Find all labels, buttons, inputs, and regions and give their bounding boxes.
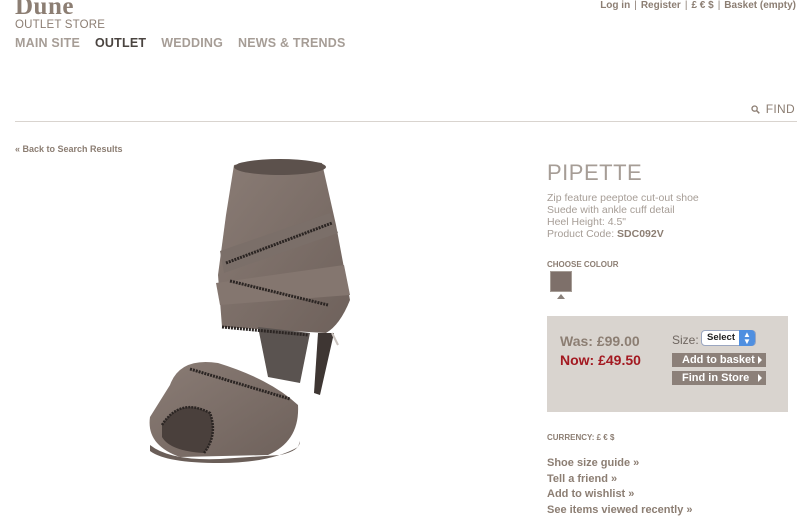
nav-main-site[interactable]: MAIN SITE: [15, 36, 80, 50]
colour-swatch[interactable]: [550, 271, 572, 292]
size-label: Size:: [672, 333, 699, 347]
header-divider: [15, 121, 797, 122]
login-link[interactable]: Log in: [600, 0, 630, 11]
currency-switcher[interactable]: £ € $: [691, 0, 713, 11]
now-price: Now: £49.50: [560, 352, 641, 368]
add-to-basket-button[interactable]: Add to basket: [672, 353, 766, 367]
back-to-results-link[interactable]: « Back to Search Results: [15, 144, 123, 154]
add-to-basket-label: Add to basket: [682, 354, 755, 366]
find-label: FIND: [765, 102, 795, 116]
shoe-size-guide-link[interactable]: Shoe size guide »: [547, 456, 693, 472]
choose-colour-label: CHOOSE COLOUR: [547, 260, 619, 269]
find-button[interactable]: FIND: [751, 102, 795, 116]
main-nav: MAIN SITE OUTLET WEDDING NEWS & TRENDS: [15, 36, 346, 50]
size-select[interactable]: Select ▲ ▼: [701, 330, 756, 346]
search-icon: [751, 104, 760, 114]
utility-nav: Log in | Register | £ € $ | Basket (empty): [600, 0, 796, 11]
separator: |: [634, 0, 637, 11]
size-select-value: Select: [707, 332, 735, 343]
product-code-label: Product Code:: [547, 228, 618, 240]
arrow-right-icon: [758, 374, 762, 382]
tell-a-friend-link[interactable]: Tell a friend »: [547, 472, 693, 488]
product-description: Zip feature peeptoe cut-out shoe Suede w…: [547, 192, 699, 240]
currency-selector[interactable]: CURRENCY: £ € $: [547, 433, 614, 442]
nav-news-trends[interactable]: NEWS & TRENDS: [238, 36, 345, 50]
logo-subtitle: OUTLET STORE: [15, 19, 106, 31]
product-code-value: SDC092V: [617, 228, 664, 240]
description-line: Suede with ankle cuff detail: [547, 204, 675, 216]
shoe-image[interactable]: [140, 155, 360, 465]
product-title: PIPETTE: [547, 160, 643, 185]
add-to-wishlist-link[interactable]: Add to wishlist »: [547, 487, 693, 503]
register-link[interactable]: Register: [641, 0, 681, 11]
separator: |: [717, 0, 721, 11]
was-price: Was: £99.00: [560, 333, 640, 349]
find-in-store-button[interactable]: Find in Store: [672, 371, 766, 385]
description-line: Heel Height: 4.5": [547, 216, 627, 228]
find-in-store-label: Find in Store: [682, 372, 750, 384]
select-arrows-icon: ▲ ▼: [739, 330, 755, 346]
logo-wordmark: Dune: [15, 0, 74, 20]
recently-viewed-link[interactable]: See items viewed recently »: [547, 503, 693, 519]
description-line: Zip feature peeptoe cut-out shoe: [547, 192, 699, 204]
separator: |: [684, 0, 688, 11]
product-code: Product Code: SDC092V: [547, 228, 699, 240]
nav-outlet[interactable]: OUTLET: [95, 36, 146, 50]
logo[interactable]: Dune OUTLET STORE: [15, 0, 105, 31]
product-links: Shoe size guide » Tell a friend » Add to…: [547, 456, 693, 518]
purchase-panel: Was: £99.00 Now: £49.50 Size: Select ▲ ▼ …: [547, 316, 788, 412]
arrow-right-icon: [758, 356, 762, 364]
selected-swatch-indicator: [557, 294, 565, 299]
basket-link[interactable]: Basket (empty): [724, 0, 796, 11]
nav-wedding[interactable]: WEDDING: [161, 36, 223, 50]
